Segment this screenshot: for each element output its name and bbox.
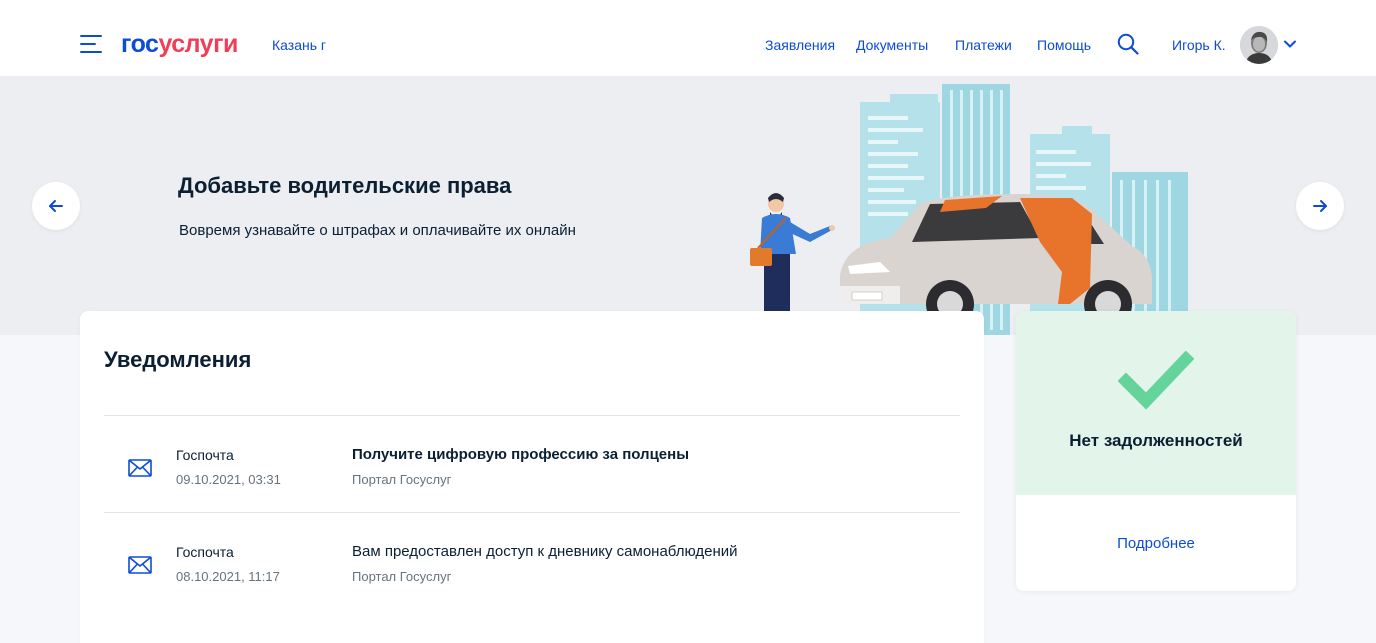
debt-status-panel: Нет задолженностей bbox=[1016, 311, 1296, 495]
mail-icon bbox=[128, 459, 152, 477]
debt-details-link[interactable]: Подробнее bbox=[1016, 535, 1296, 552]
chevron-down-icon[interactable] bbox=[1283, 37, 1297, 51]
avatar[interactable] bbox=[1240, 26, 1278, 64]
notifications-card: Уведомления Госпочта 09.10.2021, 03:31 П… bbox=[80, 311, 984, 643]
banner-prev-button[interactable] bbox=[32, 182, 80, 230]
banner-next-button[interactable] bbox=[1296, 182, 1344, 230]
nav-applications[interactable]: Заявления bbox=[765, 37, 835, 53]
notification-source: Портал Госуслуг bbox=[352, 569, 452, 584]
banner-subtitle: Вовремя узнавайте о штрафах и оплачивайт… bbox=[179, 222, 576, 239]
notification-item[interactable]: Госпочта 08.10.2021, 11:17 Вам предостав… bbox=[104, 513, 960, 609]
arrow-left-icon bbox=[49, 200, 63, 212]
menu-icon[interactable] bbox=[80, 35, 102, 53]
debt-status-card: Нет задолженностей Подробнее bbox=[1016, 311, 1296, 591]
city-selector[interactable]: Казань г bbox=[272, 37, 326, 53]
logo-part-uslugi: услуги bbox=[158, 30, 238, 58]
nav-payments[interactable]: Платежи bbox=[955, 37, 1012, 53]
notification-sender: Госпочта bbox=[176, 544, 234, 560]
user-name[interactable]: Игорь К. bbox=[1172, 37, 1226, 53]
arrow-right-icon bbox=[1313, 200, 1327, 212]
notification-date: 08.10.2021, 11:17 bbox=[176, 569, 280, 584]
notifications-heading: Уведомления bbox=[104, 347, 252, 372]
mail-icon bbox=[128, 556, 152, 574]
notification-date: 09.10.2021, 03:31 bbox=[176, 472, 281, 487]
promo-banner: Добавьте водительские права Вовремя узна… bbox=[0, 76, 1376, 335]
logo[interactable]: госуслуги bbox=[121, 30, 238, 58]
notification-source: Портал Госуслуг bbox=[352, 472, 452, 487]
logo-part-gos: гос bbox=[121, 30, 159, 58]
car-city-illustration bbox=[750, 84, 1188, 335]
nav-documents[interactable]: Документы bbox=[856, 37, 928, 53]
nav-help[interactable]: Помощь bbox=[1037, 37, 1091, 53]
header: госуслуги Казань г Заявления Документы П… bbox=[0, 0, 1376, 76]
notification-subject: Получите цифровую профессию за полцены bbox=[352, 446, 690, 463]
notification-subject: Вам предоставлен доступ к дневнику самон… bbox=[352, 543, 738, 560]
notification-sender: Госпочта bbox=[176, 447, 234, 463]
debt-status-title: Нет задолженностей bbox=[1069, 431, 1243, 450]
check-icon bbox=[1118, 351, 1194, 410]
notification-item[interactable]: Госпочта 09.10.2021, 03:31 Получите цифр… bbox=[104, 416, 960, 512]
search-icon[interactable] bbox=[1117, 33, 1139, 55]
banner-title: Добавьте водительские права bbox=[178, 173, 512, 198]
